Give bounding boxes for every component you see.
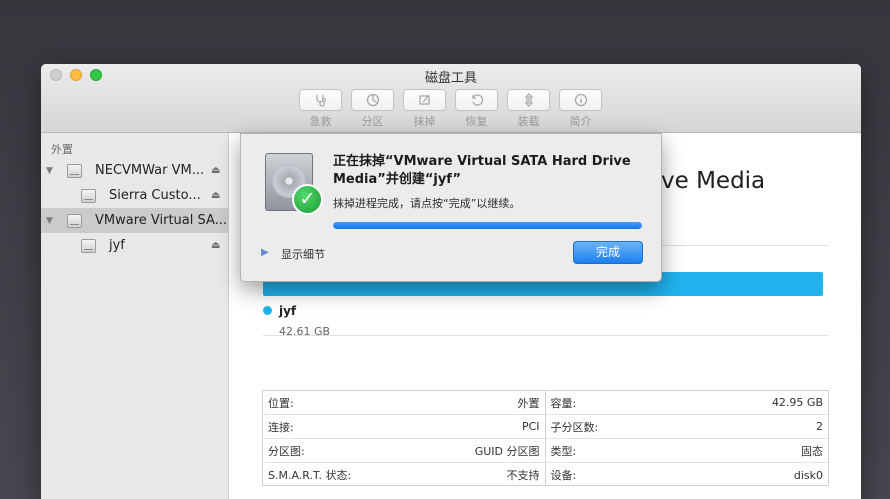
mount-icon[interactable]	[507, 89, 550, 111]
info-label: 分区图:	[268, 444, 305, 458]
info-value: 不支持	[506, 469, 540, 482]
info-value: disk0	[793, 468, 823, 482]
restore-icon[interactable]	[455, 89, 498, 111]
info-value: 固态	[801, 444, 823, 458]
info-value: PCI	[521, 420, 540, 433]
info-value: 42.95 GB	[771, 396, 823, 409]
hard-drive-success-icon: ✓	[265, 153, 323, 215]
erase-progress-sheet: ✓ 正在抹掉“VMware Virtual SATA Hard Drive Me…	[240, 133, 662, 282]
progress-fill	[333, 222, 642, 229]
partition-label: 分区	[361, 115, 384, 128]
disclosure-triangle-icon[interactable]: ▶	[261, 247, 269, 258]
partition-pie-icon[interactable]	[351, 89, 394, 111]
device-title: ve Media	[661, 168, 766, 194]
info-row: 类型: 固态	[545, 439, 828, 463]
info-row: 位置: 外置	[263, 391, 545, 415]
sidebar-item-jyf[interactable]: jyf ⏏	[41, 233, 229, 258]
sidebar-item-label: NECVMWar VM...	[95, 163, 205, 178]
info-row: 子分区数: 2	[545, 415, 828, 439]
info-label: 类型:	[550, 444, 577, 458]
info-icon[interactable]	[559, 89, 602, 111]
window-title: 磁盘工具	[424, 71, 477, 86]
partition-size: 42.61 GB	[279, 325, 331, 338]
info-value: 外置	[517, 396, 540, 410]
restore-label: 恢复	[465, 115, 488, 128]
info-row: S.M.A.R.T. 状态: 不支持	[263, 463, 545, 487]
disclosure-triangle-icon[interactable]: ▼	[46, 216, 53, 226]
mount-label: 装载	[517, 115, 540, 128]
sidebar: 外置 ▼ NECVMWar VM... ⏏ Sierra Custo... ⏏ …	[41, 133, 229, 499]
sidebar-item-label: VMware Virtual SA...	[95, 213, 228, 228]
sidebar-item-label: Sierra Custo...	[109, 188, 201, 203]
info-label: 连接:	[268, 420, 294, 434]
info-row: 分区图: GUID 分区图	[263, 439, 545, 463]
sheet-title: 正在抹掉“VMware Virtual SATA Hard Drive Medi…	[333, 154, 631, 187]
info-label: 设备:	[550, 469, 577, 482]
device-info-table: 位置: 外置 连接: PCI 分区图: GUID 分区图 S.M.A.R.T. …	[262, 390, 829, 486]
sidebar-item-label: jyf	[109, 238, 125, 253]
info-tool[interactable]: 简介	[559, 89, 602, 129]
info-label: 容量:	[550, 396, 577, 410]
sidebar-item-sierra[interactable]: Sierra Custo... ⏏	[41, 183, 229, 208]
hard-disk-icon	[67, 163, 82, 178]
done-button[interactable]: 完成	[573, 241, 643, 264]
divider	[263, 335, 829, 336]
erase-tool[interactable]: 抹掉	[403, 89, 446, 129]
mount-tool[interactable]: 装载	[507, 89, 550, 129]
partition-tool[interactable]: 分区	[351, 89, 394, 129]
eject-icon[interactable]: ⏏	[211, 240, 220, 251]
info-column-left: 位置: 外置 连接: PCI 分区图: GUID 分区图 S.M.A.R.T. …	[263, 391, 546, 485]
info-column-right: 容量: 42.95 GB 子分区数: 2 类型: 固态 设备: disk0	[545, 391, 829, 487]
info-label: 位置:	[268, 396, 294, 410]
partition-name: jyf	[279, 304, 297, 318]
show-details-toggle[interactable]: 显示细节	[281, 246, 325, 262]
sidebar-section-external: 外置	[51, 143, 73, 156]
sidebar-item-necvmwar[interactable]: ▼ NECVMWar VM... ⏏	[41, 158, 229, 183]
sidebar-item-vmware-virtual[interactable]: ▼ VMware Virtual SA...	[41, 208, 229, 233]
eject-icon[interactable]: ⏏	[211, 190, 220, 201]
erase-icon[interactable]	[403, 89, 446, 111]
erase-progress-bar	[333, 222, 642, 229]
stethoscope-icon[interactable]	[299, 89, 342, 111]
erase-label: 抹掉	[413, 115, 436, 128]
info-row: 连接: PCI	[263, 415, 545, 439]
checkmark-icon: ✓	[292, 184, 323, 215]
info-row: 容量: 42.95 GB	[545, 391, 828, 415]
partition-color-dot	[263, 306, 272, 315]
sheet-message: 抹掉进程完成，请点按“完成”以继续。	[333, 197, 521, 210]
disclosure-triangle-icon[interactable]: ▼	[46, 166, 53, 176]
info-value: 2	[816, 420, 823, 433]
titlebar: 磁盘工具 急救 分区 抹掉 恢复 装载 简介	[41, 64, 861, 133]
toolbar: 急救 分区 抹掉 恢复 装载 简介	[299, 89, 602, 129]
volume-icon	[81, 238, 96, 253]
eject-icon[interactable]: ⏏	[211, 165, 220, 176]
hard-disk-icon	[67, 213, 82, 228]
info-label: 子分区数:	[550, 420, 599, 434]
first-aid-label: 急救	[309, 115, 332, 128]
info-value: GUID 分区图	[474, 444, 540, 458]
volume-icon	[81, 188, 96, 203]
info-label: 简介	[569, 115, 592, 128]
info-row: 设备: disk0	[546, 463, 829, 487]
restore-tool[interactable]: 恢复	[455, 89, 498, 129]
first-aid-tool[interactable]: 急救	[299, 89, 342, 129]
info-label: S.M.A.R.T. 状态:	[268, 469, 352, 482]
